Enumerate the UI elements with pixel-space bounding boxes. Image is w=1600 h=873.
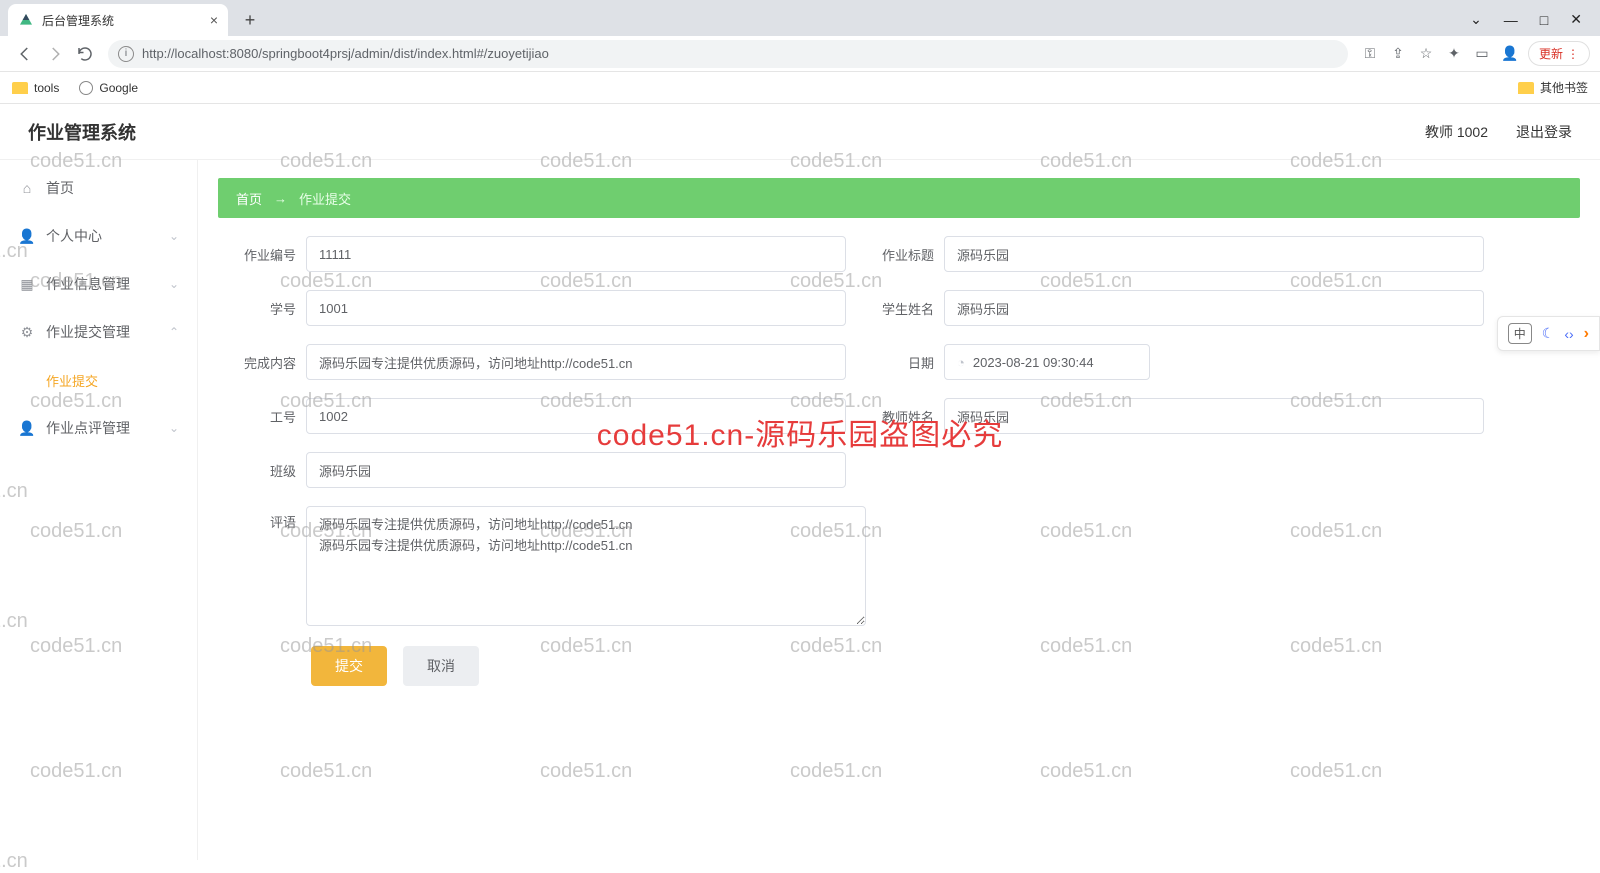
chevron-down-icon: ⌄ [169,229,179,243]
home-icon: ⌂ [18,180,36,196]
sidebar-subitem-homework-submit[interactable]: 作业提交 [0,356,197,404]
sidebar-item-home[interactable]: ⌂ 首页 [0,164,197,212]
homework-form: 作业编号 作业标题 学号 学生姓名 [218,218,1580,704]
folder-icon [12,82,28,94]
bookmark-google[interactable]: Google [79,81,138,95]
bookmark-tools[interactable]: tools [12,81,59,95]
close-tab-icon[interactable]: × [210,12,218,28]
reading-list-icon[interactable]: ▭ [1468,40,1496,68]
sidebar-item-homework-info[interactable]: ▦ 作业信息管理 ⌄ [0,260,197,308]
field-comment: 评语 [226,506,866,626]
user-label[interactable]: 教师 1002 [1425,122,1488,142]
browser-tab[interactable]: 后台管理系统 × [8,4,228,36]
input-tname[interactable] [944,398,1484,434]
textarea-comment[interactable] [306,506,866,626]
input-sno[interactable] [306,290,846,326]
field-tname: 教师姓名 [864,398,1484,434]
globe-icon [79,81,93,95]
ime-mode-label[interactable]: 中 [1508,323,1532,344]
field-class: 班级 [226,452,846,488]
app-root: 作业管理系统 教师 1002 退出登录 ⌂ 首页 👤 个人中心 ⌄ ▦ 作业信息… [0,104,1600,860]
profile-icon[interactable]: 👤 [1496,40,1524,68]
field-sname: 学生姓名 [864,290,1484,326]
address-bar[interactable]: i http://localhost:8080/springboot4prsj/… [108,40,1348,68]
gear-icon: ⚙ [18,324,36,341]
vue-favicon-icon [18,12,34,28]
window-controls: ⌄ — □ ✕ [1470,11,1600,36]
tab-search-icon[interactable]: ⌄ [1470,11,1482,28]
extensions-icon[interactable]: ✦ [1440,40,1468,68]
share-icon[interactable]: ⇪ [1384,40,1412,68]
forward-button[interactable] [40,39,70,69]
field-homework-no: 作业编号 [226,236,846,272]
ime-widget[interactable]: 中 ☾ ‹› › [1497,316,1600,351]
cancel-button[interactable]: 取消 [403,646,479,686]
breadcrumb: 首页 → 作业提交 [218,178,1580,218]
field-sno: 学号 [226,290,846,326]
input-date[interactable]: ◔ 2023-08-21 09:30:44 [944,344,1150,380]
field-content: 完成内容 [226,344,846,380]
url-text: http://localhost:8080/springboot4prsj/ad… [142,46,549,61]
sidebar-item-homework-review[interactable]: 👤 作业点评管理 ⌄ [0,404,197,452]
logout-link[interactable]: 退出登录 [1516,122,1572,142]
minimize-icon[interactable]: — [1504,12,1518,28]
chevron-right-icon[interactable]: › [1584,325,1589,343]
browser-tabstrip: 后台管理系统 × + ⌄ — □ ✕ [0,0,1600,36]
field-tno: 工号 [226,398,846,434]
chrome-update-button[interactable]: 更新 ⋮ [1528,41,1590,66]
site-info-icon[interactable]: i [118,46,134,62]
tab-title: 后台管理系统 [42,12,114,29]
input-homework-no[interactable] [306,236,846,272]
app-header: 作业管理系统 教师 1002 退出登录 [0,104,1600,160]
breadcrumb-current: 作业提交 [299,189,351,208]
close-window-icon[interactable]: ✕ [1570,11,1582,28]
key-icon[interactable]: ⚿ [1356,40,1384,68]
sidebar: ⌂ 首页 👤 个人中心 ⌄ ▦ 作业信息管理 ⌄ ⚙ 作业提交管理 ⌃ 作业提交 [0,160,198,860]
app-title: 作业管理系统 [28,119,136,145]
input-tno[interactable] [306,398,846,434]
field-date: 日期 ◔ 2023-08-21 09:30:44 [864,344,1150,380]
browser-toolbar: i http://localhost:8080/springboot4prsj/… [0,36,1600,72]
angle-brackets-icon[interactable]: ‹› [1564,326,1573,342]
arrow-right-icon: → [274,191,287,206]
main-content: 首页 → 作业提交 作业编号 作业标题 学号 [198,160,1600,860]
folder-icon [1518,82,1534,94]
user-icon: 👤 [18,228,36,245]
back-button[interactable] [10,39,40,69]
chevron-down-icon: ⌄ [169,277,179,291]
star-icon[interactable]: ☆ [1412,40,1440,68]
input-content[interactable] [306,344,846,380]
chevron-up-icon: ⌃ [169,325,179,339]
chevron-down-icon: ⌄ [169,421,179,435]
maximize-icon[interactable]: □ [1540,12,1548,28]
other-bookmarks[interactable]: 其他书签 [1518,79,1588,96]
input-sname[interactable] [944,290,1484,326]
table-icon: ▦ [18,276,36,293]
sidebar-item-personal[interactable]: 👤 个人中心 ⌄ [0,212,197,260]
submit-button[interactable]: 提交 [311,646,387,686]
input-homework-title[interactable] [944,236,1484,272]
bookmarks-bar: tools Google 其他书签 [0,72,1600,104]
moon-icon[interactable]: ☾ [1542,325,1555,342]
user-icon: 👤 [18,420,36,437]
breadcrumb-home[interactable]: 首页 [236,189,262,208]
clock-icon: ◔ [957,355,965,370]
new-tab-button[interactable]: + [236,6,264,34]
input-class[interactable] [306,452,846,488]
reload-button[interactable] [70,39,100,69]
sidebar-item-homework-submit[interactable]: ⚙ 作业提交管理 ⌃ [0,308,197,356]
field-homework-title: 作业标题 [864,236,1484,272]
